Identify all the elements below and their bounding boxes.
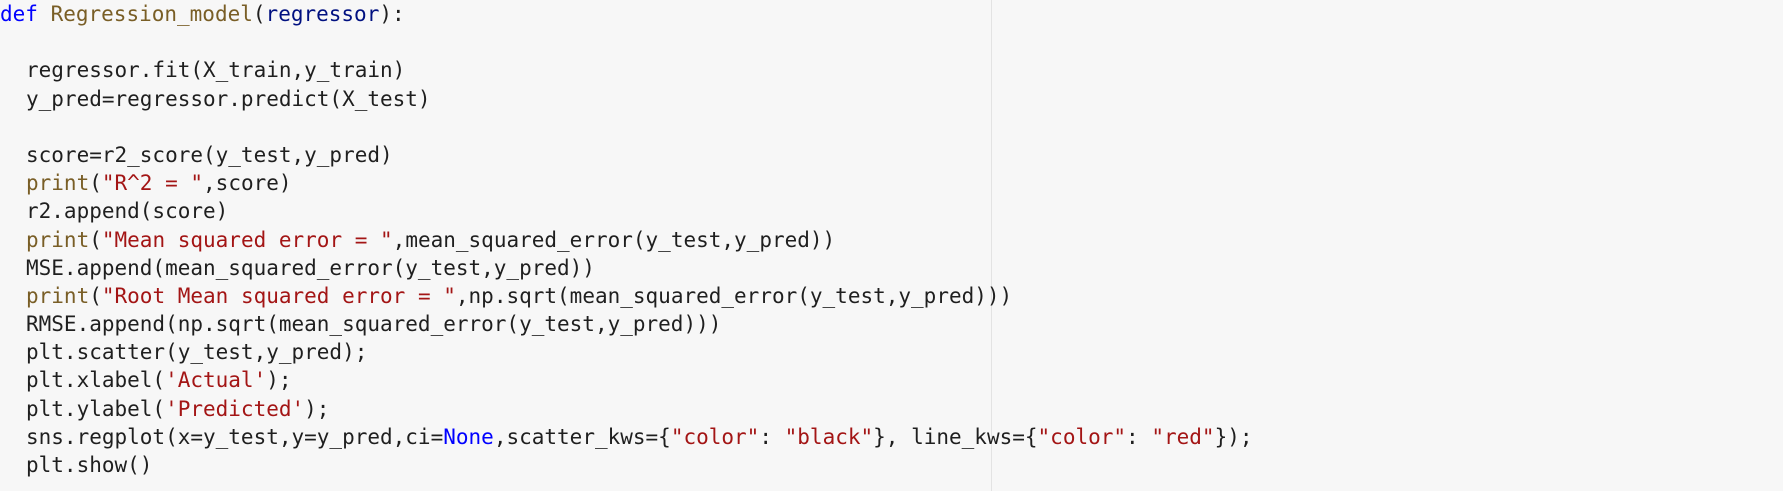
token-rest: ,mean_squared_error(y_test,y_pred)) — [392, 227, 836, 252]
string-literal: "black" — [784, 424, 874, 449]
token-call: plt.xlabel( — [26, 368, 166, 393]
code-line-4: y_pred=regressor.predict(X_test) — [26, 86, 431, 111]
token-end: ); — [266, 368, 292, 393]
token-paren-open: ( — [89, 227, 102, 252]
string-literal: 'Actual' — [165, 368, 267, 393]
code-line-2-empty — [0, 28, 1253, 56]
builtin-print: print — [26, 283, 90, 308]
builtin-print: print — [26, 171, 90, 196]
function-parameter: regressor — [265, 2, 380, 26]
code-line-8: r2.append(score) — [26, 199, 229, 224]
code-line-10: MSE.append(mean_squared_error(y_test,y_p… — [26, 255, 595, 280]
code-line-14: plt.xlabel('Actual'); — [0, 366, 1253, 394]
string-literal: "red" — [1151, 424, 1215, 449]
code-line-11: print("Root Mean squared error = ",np.sq… — [0, 282, 1253, 310]
code-line-16: sns.regplot(x=y_test,y=y_pred,ci=None,sc… — [0, 423, 1253, 451]
code-line-15: plt.ylabel('Predicted'); — [0, 395, 1253, 423]
token-text: : — [759, 424, 785, 449]
token-paren-close: ): — [379, 2, 405, 26]
token-text: }, line_kws={ — [873, 424, 1038, 449]
string-literal: "color" — [670, 424, 760, 449]
token-call: plt.ylabel( — [26, 396, 166, 421]
code-line-9: print("Mean squared error = ",mean_squar… — [0, 226, 1253, 254]
code-line-7: print("R^2 = ",score) — [0, 169, 1253, 197]
token-rest: ,score) — [203, 171, 292, 196]
string-literal: "Root Mean squared error = " — [101, 283, 456, 308]
token-paren-open: ( — [89, 171, 102, 196]
code-editor[interactable]: def Regression_model(regressor): regress… — [0, 0, 1783, 491]
token-text: }); — [1214, 424, 1253, 449]
function-name: Regression_model — [50, 2, 253, 26]
code-line-13: plt.scatter(y_test,y_pred); — [26, 340, 368, 365]
token-rest: ,np.sqrt(mean_squared_error(y_test,y_pre… — [455, 283, 1013, 308]
string-literal: "R^2 = " — [101, 171, 204, 196]
code-line-5-empty — [0, 113, 1253, 141]
token-paren-open: ( — [252, 2, 266, 26]
token-text: ,scatter_kws={ — [493, 424, 671, 449]
token-text: : — [1126, 424, 1152, 449]
code-line-3: regressor.fit(X_train,y_train) — [26, 58, 406, 83]
code-line-1: def Regression_model(regressor): — [0, 0, 1253, 28]
code-line-6: score=r2_score(y_test,y_pred) — [26, 142, 393, 167]
token-call: sns.regplot(x=y_test,y=y_pred,ci= — [26, 424, 444, 449]
token-paren-open: ( — [89, 283, 102, 308]
code-line-17: plt.show() — [26, 453, 153, 477]
string-literal: "color" — [1037, 424, 1127, 449]
builtin-print: print — [26, 227, 90, 252]
code-area[interactable]: def Regression_model(regressor): regress… — [0, 0, 1253, 479]
constant-none: None — [443, 424, 494, 449]
string-literal: 'Predicted' — [165, 396, 305, 421]
token-end: ); — [304, 396, 330, 421]
string-literal: "Mean squared error = " — [101, 227, 393, 252]
keyword-def: def — [0, 2, 38, 26]
code-line-12: RMSE.append(np.sqrt(mean_squared_error(y… — [26, 312, 722, 337]
